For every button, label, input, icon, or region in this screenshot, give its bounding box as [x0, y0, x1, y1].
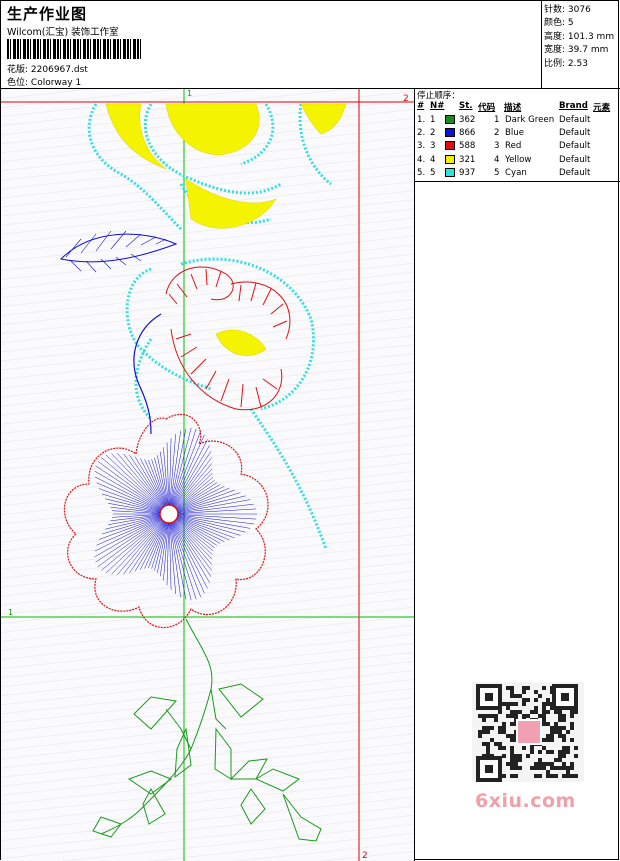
stop-sequence-table: 停止顺序： # N# St. 代码 描述 Brand 元素 1. 1 362 1 Dar… — [415, 89, 620, 182]
color-swatch — [445, 167, 455, 177]
colorway-line: 色位: Colorway 1 — [7, 75, 81, 88]
header: 生产作业图 Wilcom(汇宝) 装饰工作室 花版: 2206967.dst 色… — [1, 1, 620, 89]
row-code: 2 — [494, 128, 500, 139]
studio-name: Wilcom(汇宝) 装饰工作室 — [7, 27, 119, 38]
spec-width: 宽度: 39.7 mm — [544, 45, 609, 56]
col-hash: # — [417, 101, 425, 111]
watermark: 6xiu.com — [475, 790, 576, 812]
row-number: 2 — [430, 128, 436, 139]
guide-label-left-1: 1 — [8, 608, 13, 617]
cyan-satin-outline — [87, 103, 332, 550]
guide-label-top-2: 2 — [403, 94, 409, 104]
row-index: 2. — [417, 128, 426, 139]
table-row: 2. 2 866 2 Blue Default — [415, 128, 620, 141]
col-code: 代码 — [478, 103, 496, 113]
design-preview: 1 2 1 2 — [1, 89, 415, 861]
row-description: Blue — [505, 128, 525, 139]
color-swatch — [445, 115, 455, 124]
row-index: 3. — [417, 141, 426, 152]
row-stitches: 362 — [459, 115, 476, 125]
row-number: 4 — [430, 154, 436, 165]
blue-leaf — [59, 230, 178, 273]
row-brand: Default — [559, 141, 591, 152]
guide-label-bottom-2: 2 — [362, 851, 368, 861]
row-index: 1. — [417, 115, 426, 125]
row-number: 1 — [430, 115, 436, 125]
design-file-value: 2206967.dst — [30, 65, 88, 75]
col-element: 元素 — [593, 103, 611, 113]
table-row: 5. 5 937 5 Cyan Default — [415, 167, 620, 181]
col-desc: 描述 — [504, 103, 522, 113]
spec-colors: 颜色: 5 — [544, 18, 574, 29]
qr-code-graphic — [476, 684, 578, 782]
row-number: 3 — [430, 141, 436, 152]
stem-leaves — [92, 618, 322, 842]
spec-stitches: 针数: 3076 — [544, 5, 591, 15]
table-row: 4. 4 321 4 Yellow Default — [415, 154, 620, 168]
barcode — [7, 39, 143, 59]
row-description: Red — [505, 141, 522, 152]
row-brand: Default — [559, 154, 591, 165]
table-row: 3. 3 588 3 Red Default — [415, 141, 620, 154]
page-title: 生产作业图 — [7, 5, 88, 23]
table-header: # N# St. 代码 描述 Brand 元素 — [415, 101, 620, 114]
spec-scale: 比例: 2.53 — [544, 58, 588, 69]
row-code: 1 — [494, 115, 500, 125]
color-swatch — [445, 128, 455, 138]
row-description: Yellow — [505, 154, 532, 165]
row-brand: Default — [559, 128, 591, 139]
row-brand: Default — [559, 115, 591, 125]
row-code: 3 — [494, 141, 500, 152]
row-stitches: 588 — [459, 141, 476, 152]
table-row: 1. 1 362 1 Dark Green Default — [415, 115, 620, 128]
spec-height: 高度: 101.3 mm — [544, 31, 615, 42]
row-description: Dark Green — [505, 115, 555, 125]
row-description: Cyan — [505, 167, 527, 178]
design-file-line: 花版: 2206967.dst — [7, 62, 88, 75]
col-stitches: St. — [459, 101, 473, 111]
row-stitches: 321 — [459, 154, 476, 165]
stop-sequence-title: 停止顺序： — [417, 91, 460, 101]
colorway-label: 色位: — [7, 78, 29, 88]
col-no: N# — [430, 101, 445, 111]
lower-flower — [63, 413, 269, 629]
row-code: 4 — [494, 154, 500, 165]
design-file-label: 花版: — [7, 65, 29, 75]
col-brand: Brand — [559, 101, 588, 111]
design-specs: 针数: 3076 颜色: 5 高度: 101.3 mm 宽度: 39.7 mm … — [541, 1, 620, 89]
color-swatch — [445, 141, 455, 151]
row-number: 5 — [430, 167, 436, 178]
row-stitches: 937 — [459, 167, 476, 178]
production-sheet: 生产作业图 Wilcom(汇宝) 装饰工作室 花版: 2206967.dst 色… — [0, 0, 620, 861]
row-stitches: 866 — [459, 128, 476, 139]
row-brand: Default — [559, 167, 591, 178]
colorway-value: Colorway 1 — [30, 78, 82, 88]
row-index: 4. — [417, 154, 426, 165]
guide-label-top-1: 1 — [187, 89, 192, 98]
qr-code — [472, 682, 584, 782]
color-swatch — [445, 154, 455, 164]
row-code: 5 — [494, 167, 500, 178]
row-index: 5. — [417, 167, 426, 178]
embroidery-drawing: 1 2 1 2 — [1, 89, 414, 861]
